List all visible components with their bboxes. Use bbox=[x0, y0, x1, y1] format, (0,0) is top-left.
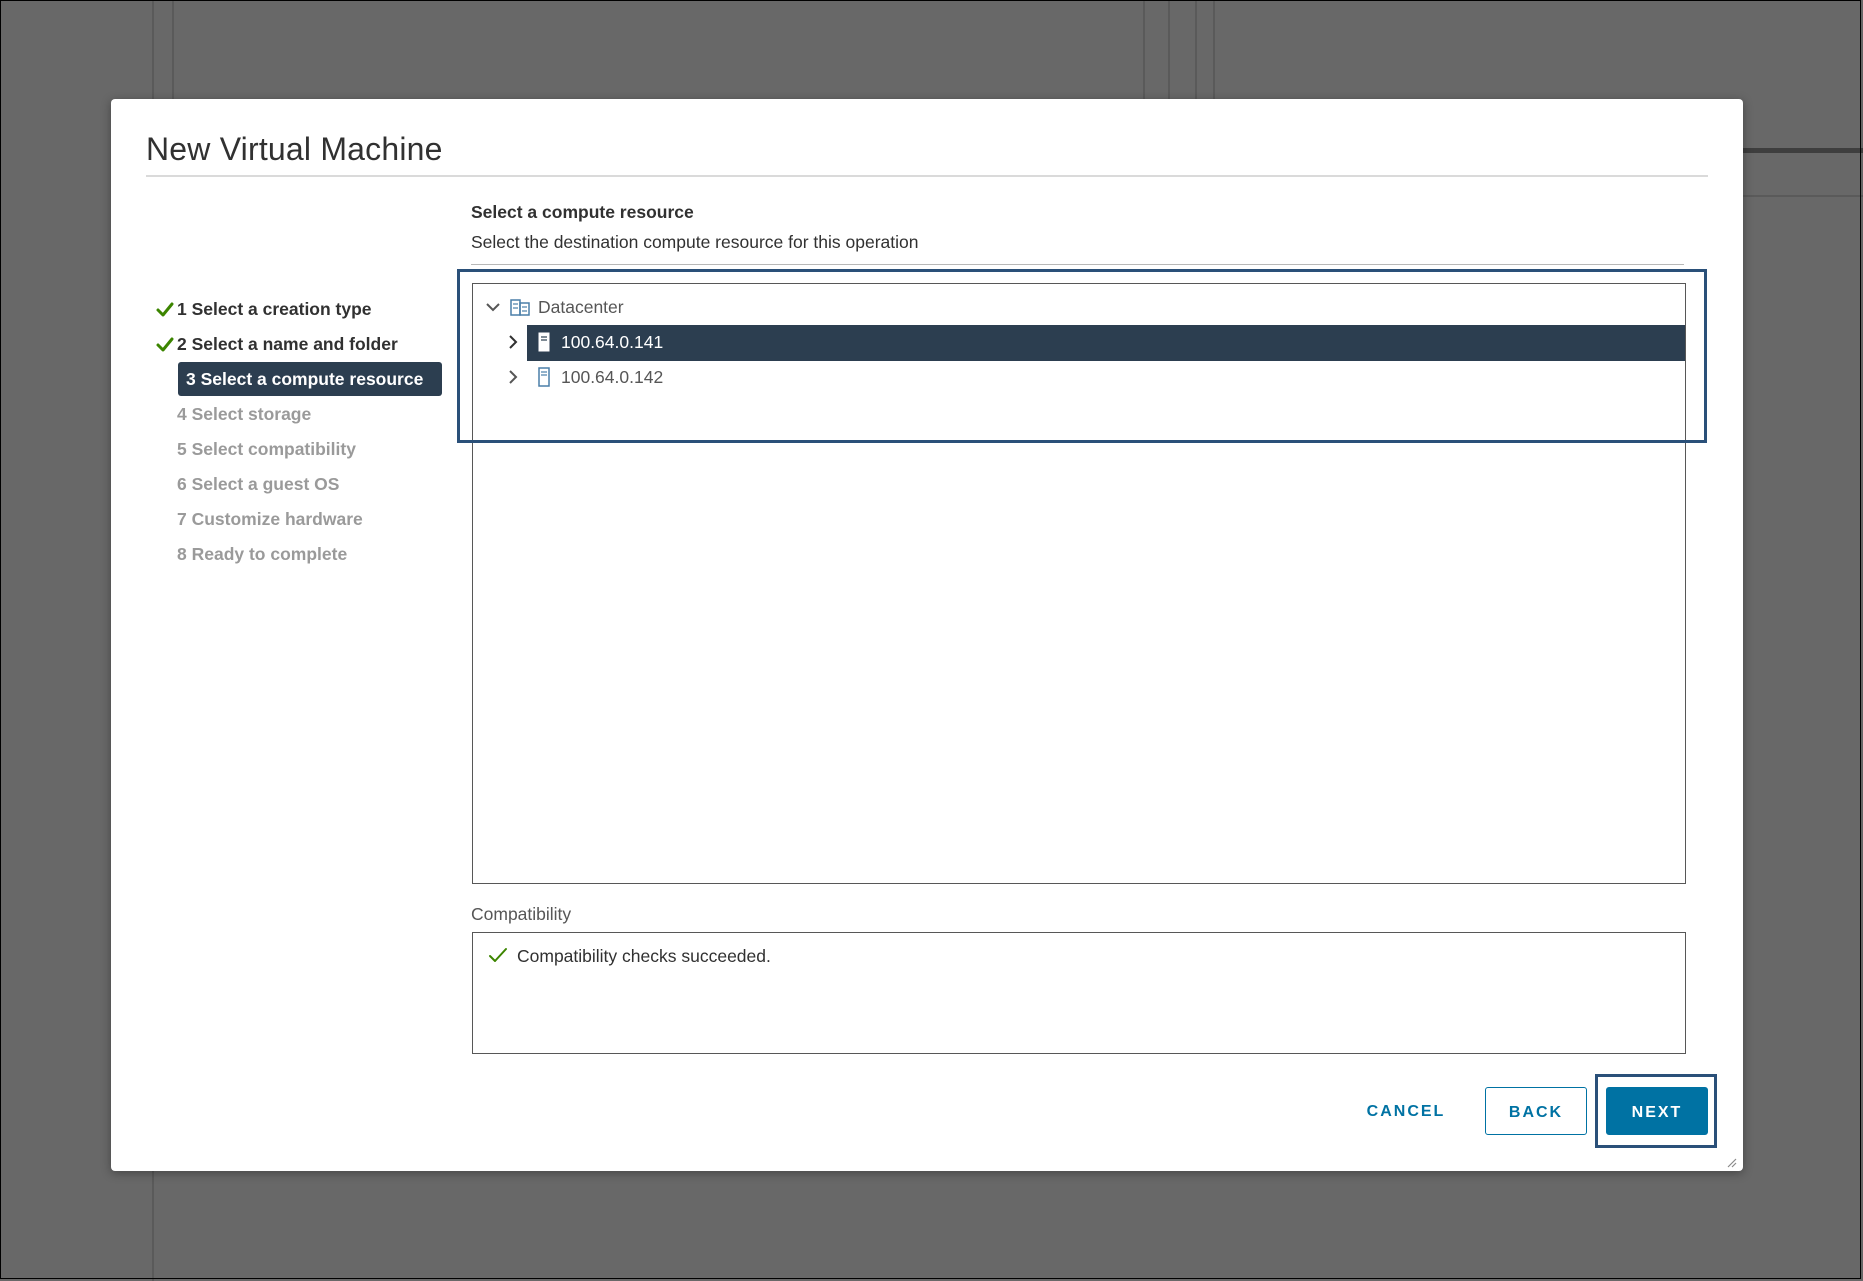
check-icon bbox=[155, 292, 175, 326]
background-divider bbox=[1743, 195, 1863, 197]
tree-node-host-141[interactable]: 100.64.0.141 bbox=[473, 325, 1685, 361]
chevron-right-icon[interactable] bbox=[503, 325, 523, 359]
background-divider bbox=[1195, 0, 1197, 99]
title-divider bbox=[146, 175, 1708, 177]
compute-resource-tree[interactable]: Datacenter 100.64.0.141 100.64.0.142 bbox=[472, 283, 1686, 884]
dialog-title: New Virtual Machine bbox=[146, 131, 443, 167]
tree-node-datacenter[interactable]: Datacenter bbox=[473, 290, 1685, 324]
content-divider bbox=[471, 264, 1684, 265]
next-button[interactable]: NEXT bbox=[1606, 1087, 1708, 1135]
background-divider bbox=[152, 1171, 154, 1281]
back-button[interactable]: BACK bbox=[1485, 1087, 1587, 1135]
background-divider bbox=[1213, 0, 1215, 99]
chevron-right-icon[interactable] bbox=[503, 360, 523, 394]
background-divider bbox=[152, 0, 154, 99]
tree-node-label: 100.64.0.142 bbox=[561, 367, 664, 387]
new-vm-dialog: New Virtual Machine 1 Select a creation … bbox=[111, 99, 1743, 1171]
tree-node-label: Datacenter bbox=[538, 297, 624, 317]
background-bar bbox=[1743, 148, 1863, 153]
page-heading: Select a compute resource bbox=[471, 202, 694, 222]
wizard-step-compute-resource[interactable]: 3 Select a compute resource bbox=[178, 362, 442, 396]
tree-node-label: 100.64.0.141 bbox=[561, 332, 664, 352]
background-divider bbox=[1143, 0, 1145, 99]
selection-highlight bbox=[527, 325, 1685, 361]
tree-node-host-142[interactable]: 100.64.0.142 bbox=[473, 360, 1685, 394]
chevron-down-icon[interactable] bbox=[483, 290, 503, 324]
check-icon bbox=[487, 943, 509, 969]
host-icon bbox=[533, 325, 555, 359]
wizard-step-storage: 4 Select storage bbox=[177, 404, 312, 424]
page-description: Select the destination compute resource … bbox=[471, 232, 919, 252]
cancel-button[interactable]: CANCEL bbox=[1351, 1087, 1461, 1135]
wizard-step-guest-os: 6 Select a guest OS bbox=[177, 474, 340, 494]
background-divider bbox=[172, 0, 174, 99]
wizard-step-creation-type[interactable]: 1 Select a creation type bbox=[177, 292, 372, 326]
host-icon bbox=[533, 360, 555, 394]
wizard-step-name-folder[interactable]: 2 Select a name and folder bbox=[177, 327, 398, 361]
compatibility-message: Compatibility checks succeeded. bbox=[517, 946, 771, 966]
wizard-step-ready: 8 Ready to complete bbox=[177, 544, 348, 564]
wizard-step-customize-hardware: 7 Customize hardware bbox=[177, 509, 363, 529]
check-icon bbox=[155, 327, 175, 361]
resize-grip-icon[interactable] bbox=[1727, 1155, 1737, 1168]
wizard-step-compatibility: 5 Select compatibility bbox=[177, 439, 356, 459]
compatibility-panel: Compatibility checks succeeded. bbox=[472, 932, 1686, 1054]
datacenter-icon bbox=[509, 290, 531, 324]
background-divider bbox=[1168, 0, 1170, 99]
compatibility-label: Compatibility bbox=[471, 904, 572, 924]
